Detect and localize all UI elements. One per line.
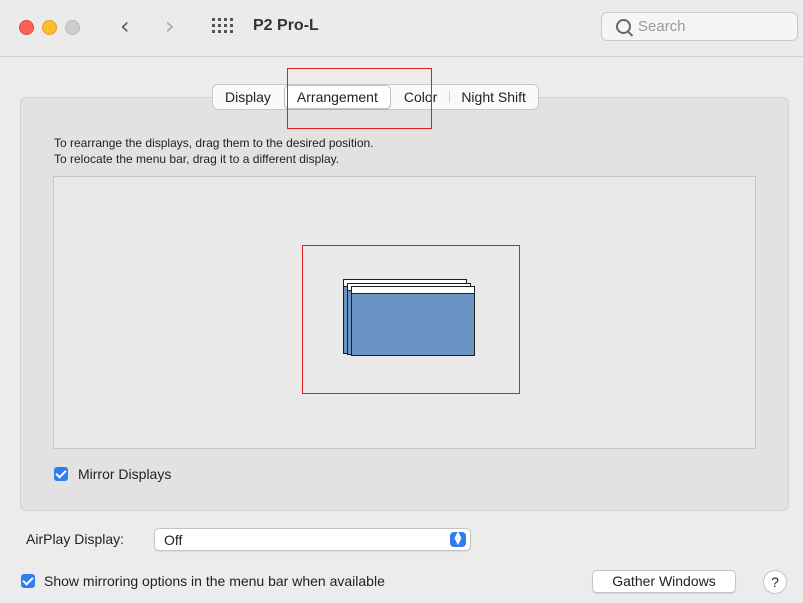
mirror-displays-label: Mirror Displays — [78, 466, 172, 482]
airplay-display-label: AirPlay Display: — [26, 531, 125, 547]
gather-windows-button[interactable]: Gather Windows — [592, 570, 736, 593]
show-mirroring-label: Show mirroring options in the menu bar w… — [44, 573, 385, 589]
mirrored-display-front[interactable] — [351, 286, 475, 356]
mirror-displays-checkbox[interactable] — [54, 467, 68, 481]
airplay-selected-value: Off — [164, 532, 183, 548]
select-stepper-icon: ▲ ▼ — [450, 531, 466, 547]
show-mirroring-checkbox[interactable] — [21, 574, 35, 588]
tab-bar: Display Arrangement Color Night Shift — [212, 84, 539, 110]
title-bar: ‹ › P2 Pro-L — [0, 0, 803, 57]
airplay-display-select[interactable]: Off ▲ ▼ — [154, 528, 471, 551]
display-arrangement-area — [53, 176, 756, 449]
window-title: P2 Pro-L — [253, 17, 319, 34]
minimize-window-button[interactable] — [42, 20, 57, 35]
tab-display[interactable]: Display — [213, 85, 283, 109]
forward-chevron-icon[interactable]: › — [165, 14, 175, 38]
back-chevron-icon[interactable]: ‹ — [120, 14, 130, 38]
search-icon — [616, 19, 631, 34]
help-button[interactable]: ? — [763, 570, 787, 594]
tab-arrangement[interactable]: Arrangement — [283, 85, 391, 109]
search-field[interactable] — [601, 12, 798, 41]
search-input[interactable] — [638, 17, 788, 36]
close-window-button[interactable] — [19, 20, 34, 35]
tab-color[interactable]: Color — [392, 85, 449, 109]
menu-bar-handle[interactable] — [352, 287, 474, 294]
show-all-grid-icon[interactable] — [212, 18, 234, 34]
zoom-window-button[interactable] — [65, 20, 80, 35]
instruction-line-1: To rearrange the displays, drag them to … — [54, 136, 374, 150]
tab-night-shift[interactable]: Night Shift — [449, 85, 538, 109]
instruction-line-2: To relocate the menu bar, drag it to a d… — [54, 152, 340, 166]
